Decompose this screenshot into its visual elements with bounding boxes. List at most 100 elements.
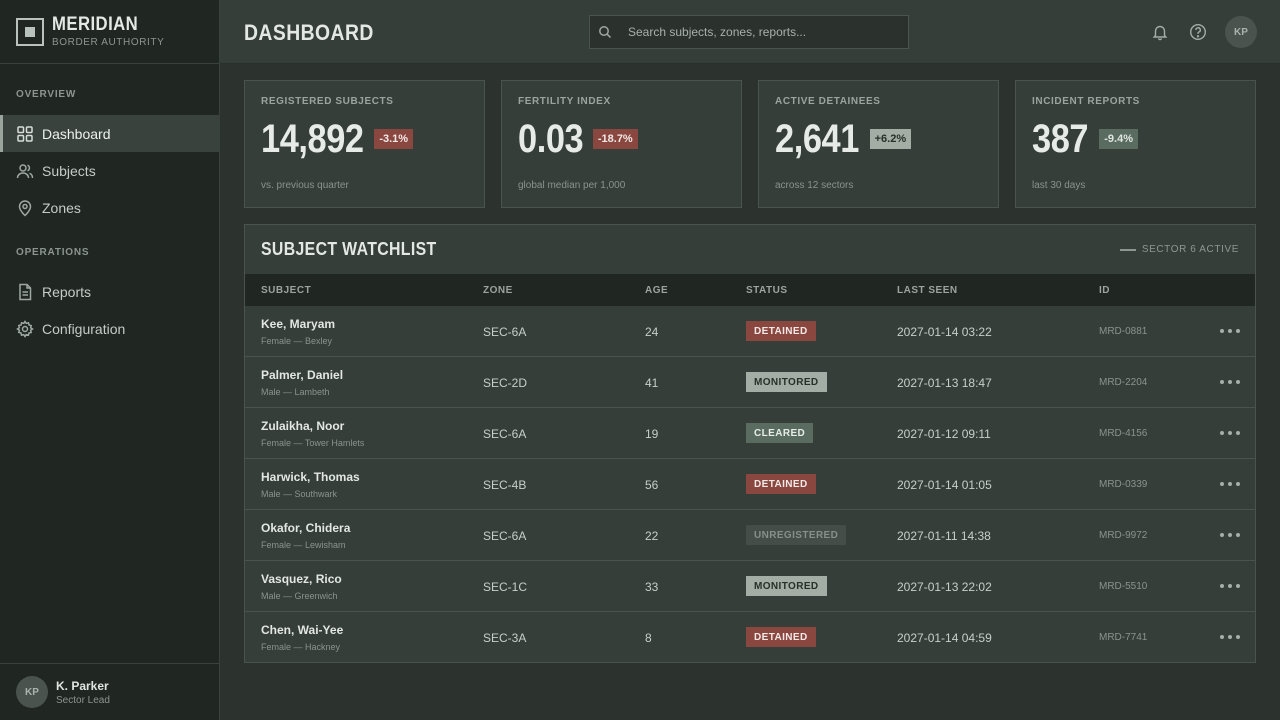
more-dot-icon [1220,533,1224,537]
last-seen-cell: 2027-01-11 14:38 [897,529,991,543]
more-dot-icon [1236,431,1240,435]
sidebar-item-subjects[interactable]: Subjects [0,152,219,189]
table-body: Kee, Maryam Female — Bexley SEC-6A 24 DE… [245,306,1255,663]
age-cell: 19 [645,427,659,441]
subject-name[interactable]: Palmer, Daniel [261,368,343,382]
column-header-subject[interactable]: SUBJECT [261,285,311,296]
subject-name[interactable]: Harwick, Thomas [261,470,360,484]
kpi-subtext: global median per 1,000 [518,180,626,191]
subject-name[interactable]: Kee, Maryam [261,317,335,331]
brand-name: MERIDIAN [52,14,139,35]
search-icon [599,26,612,39]
user-name: K. Parker [56,678,109,693]
table-row[interactable]: Zulaikha, Noor Female — Tower Hamlets SE… [245,408,1255,459]
kpi-delta-badge: -3.1% [374,129,414,149]
table-row[interactable]: Palmer, Daniel Male — Lambeth SEC-2D 41 … [245,357,1255,408]
zone-cell: SEC-6A [483,529,527,543]
row-actions-button[interactable] [1220,628,1240,646]
top-header: DASHBOARD KP [220,0,1280,64]
subject-meta: Female — Bexley [261,336,333,346]
avatar: KP [16,676,48,708]
brand-subtitle: BORDER AUTHORITY [52,37,165,48]
table-row[interactable]: Okafor, Chidera Female — Lewisham SEC-6A… [245,510,1255,561]
zone-cell: SEC-3A [483,631,527,645]
id-cell: MRD-7741 [1099,632,1148,643]
sidebar-item-zones[interactable]: Zones [0,189,219,226]
sidebar-item-reports[interactable]: Reports [0,273,219,310]
sector-status-label: SECTOR 6 ACTIVE [1141,244,1239,255]
user-avatar-button[interactable]: KP [1225,16,1257,48]
more-dot-icon [1236,329,1240,333]
brand[interactable]: MERIDIAN BORDER AUTHORITY [0,0,219,64]
more-dot-icon [1228,482,1232,486]
sidebar-item-label: Subjects [42,162,96,179]
last-seen-cell: 2027-01-14 03:22 [897,325,992,339]
last-seen-cell: 2027-01-14 04:59 [897,631,992,645]
search-bar[interactable] [589,15,909,49]
kpi-subtext: across 12 sectors [775,180,854,191]
subject-name[interactable]: Chen, Wai-Yee [261,623,343,637]
table-row[interactable]: Harwick, Thomas Male — Southwark SEC-4B … [245,459,1255,510]
users-icon [16,163,34,178]
zone-cell: SEC-2D [483,376,528,390]
subject-meta: Female — Tower Hamlets [261,438,365,448]
age-cell: 22 [645,529,659,543]
zone-cell: SEC-6A [483,427,527,441]
column-header-zone[interactable]: ZONE [483,285,513,296]
id-cell: MRD-4156 [1099,428,1148,439]
more-dot-icon [1228,533,1232,537]
more-dot-icon [1236,584,1240,588]
sidebar-item-label: Dashboard [42,125,111,142]
more-dot-icon [1228,380,1232,384]
kpi-value: 14,892 [261,116,364,161]
last-seen-cell: 2027-01-14 01:05 [897,478,992,492]
row-actions-button[interactable] [1220,475,1240,493]
id-cell: MRD-5510 [1099,581,1148,592]
sidebar-item-configuration[interactable]: Configuration [0,310,219,347]
last-seen-cell: 2027-01-13 18:47 [897,376,992,390]
help-button[interactable] [1189,23,1207,41]
more-dot-icon [1236,380,1240,384]
sector-status-tag: SECTOR 6 ACTIVE [1119,244,1239,255]
search-input[interactable] [628,25,898,39]
table-row[interactable]: Kee, Maryam Female — Bexley SEC-6A 24 DE… [245,306,1255,357]
id-cell: MRD-0339 [1099,479,1148,490]
row-actions-button[interactable] [1220,526,1240,544]
column-header-status[interactable]: STATUS [746,285,788,296]
status-badge: UNREGISTERED [746,525,847,545]
last-seen-cell: 2027-01-13 22:02 [897,580,992,594]
table-row[interactable]: Chen, Wai-Yee Female — Hackney SEC-3A 8 … [245,612,1255,663]
table-row[interactable]: Vasquez, Rico Male — Greenwich SEC-1C 33… [245,561,1255,612]
kpi-delta-badge: -9.4% [1099,129,1138,149]
more-dot-icon [1228,329,1232,333]
kpi-label: ACTIVE DETAINEES [775,96,881,107]
zone-cell: SEC-6A [483,325,527,339]
subject-name[interactable]: Okafor, Chidera [261,521,350,535]
row-actions-button[interactable] [1220,322,1240,340]
more-dot-icon [1220,329,1224,333]
subject-meta: Female — Lewisham [261,540,346,550]
user-role: Sector Lead [56,694,110,706]
user-profile[interactable]: KP K. Parker Sector Lead [0,663,219,720]
grid-icon [17,125,33,142]
column-header-age[interactable]: AGE [645,285,668,296]
kpi-card-active-detainees: ACTIVE DETAINEES 2,641 +6.2% across 12 s… [758,80,999,208]
row-actions-button[interactable] [1220,577,1240,595]
gear-icon [16,319,34,338]
subject-name[interactable]: Vasquez, Rico [261,572,342,586]
sidebar-item-dashboard[interactable]: Dashboard [0,115,219,152]
column-header-id[interactable]: ID [1099,285,1110,296]
kpi-card-registered-subjects: REGISTERED SUBJECTS 14,892 -3.1% vs. pre… [244,80,485,208]
more-dot-icon [1236,635,1240,639]
notifications-button[interactable] [1151,23,1169,41]
subject-meta: Male — Greenwich [261,591,338,601]
more-dot-icon [1236,533,1240,537]
kpi-label: INCIDENT REPORTS [1032,96,1140,107]
row-actions-button[interactable] [1220,373,1240,391]
subject-name[interactable]: Zulaikha, Noor [261,419,344,433]
column-header-last-seen[interactable]: LAST SEEN [897,285,958,296]
id-cell: MRD-2204 [1099,377,1148,388]
row-actions-button[interactable] [1220,424,1240,442]
sidebar-item-label: Reports [42,283,92,300]
zone-cell: SEC-1C [483,580,528,594]
